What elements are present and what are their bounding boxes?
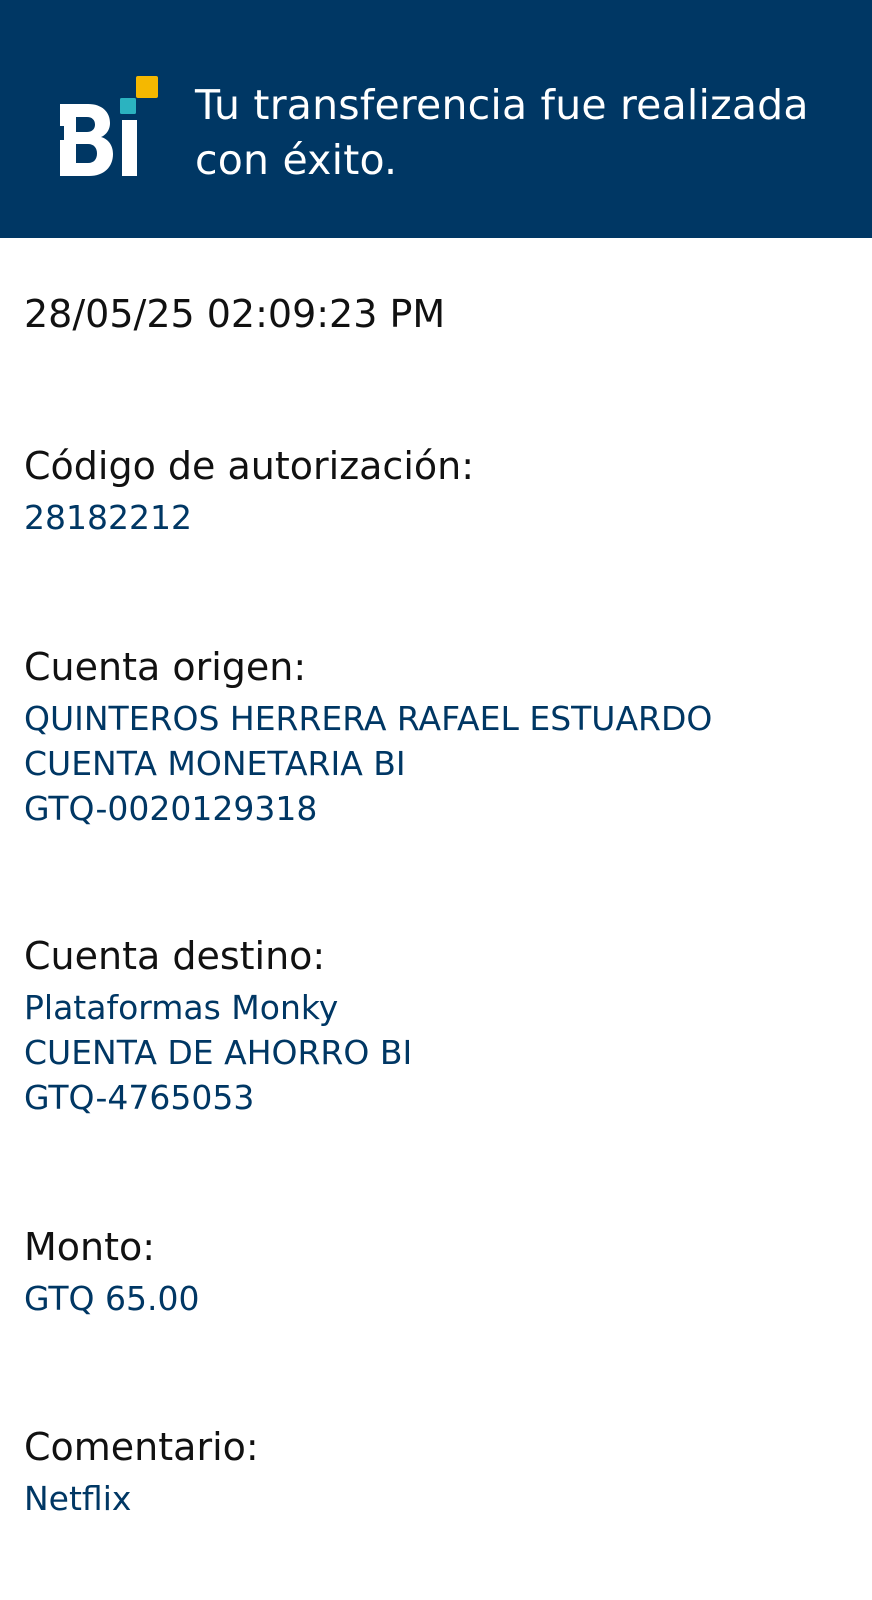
destination-account-type: CUENTA DE AHORRO BI	[24, 1033, 413, 1072]
comment-section: Comentario: Netflix	[24, 1422, 854, 1521]
origin-account-number: GTQ-0020129318	[24, 789, 318, 828]
comment-label: Comentario:	[24, 1425, 259, 1469]
amount-value: GTQ 65.00	[24, 1279, 200, 1318]
destination-account-number: GTQ-4765053	[24, 1078, 255, 1117]
origin-account-section: Cuenta origen: QUINTEROS HERRERA RAFAEL …	[24, 642, 854, 831]
comment-value: Netflix	[24, 1479, 132, 1518]
amount-label: Monto:	[24, 1225, 156, 1269]
origin-account-type: CUENTA MONETARIA BI	[24, 744, 406, 783]
amount-section: Monto: GTQ 65.00	[24, 1222, 854, 1321]
authorization-label: Código de autorización:	[24, 444, 475, 488]
success-title: Tu transferencia fue realizada con éxito…	[195, 81, 809, 184]
transaction-datetime: 28/05/25 02:09:23 PM	[24, 292, 446, 336]
authorization-section: Código de autorización: 28182212	[24, 441, 854, 540]
authorization-code: 28182212	[24, 498, 192, 537]
destination-account-section: Cuenta destino: Plataformas Monky CUENTA…	[24, 931, 854, 1120]
destination-account-holder: Plataformas Monky	[24, 988, 339, 1027]
origin-account-label: Cuenta origen:	[24, 645, 307, 689]
bi-logo	[58, 76, 158, 176]
origin-account-holder: QUINTEROS HERRERA RAFAEL ESTUARDO	[24, 699, 713, 738]
destination-account-label: Cuenta destino:	[24, 934, 326, 978]
header-banner: Tu transferencia fue realizada con éxito…	[0, 0, 872, 238]
